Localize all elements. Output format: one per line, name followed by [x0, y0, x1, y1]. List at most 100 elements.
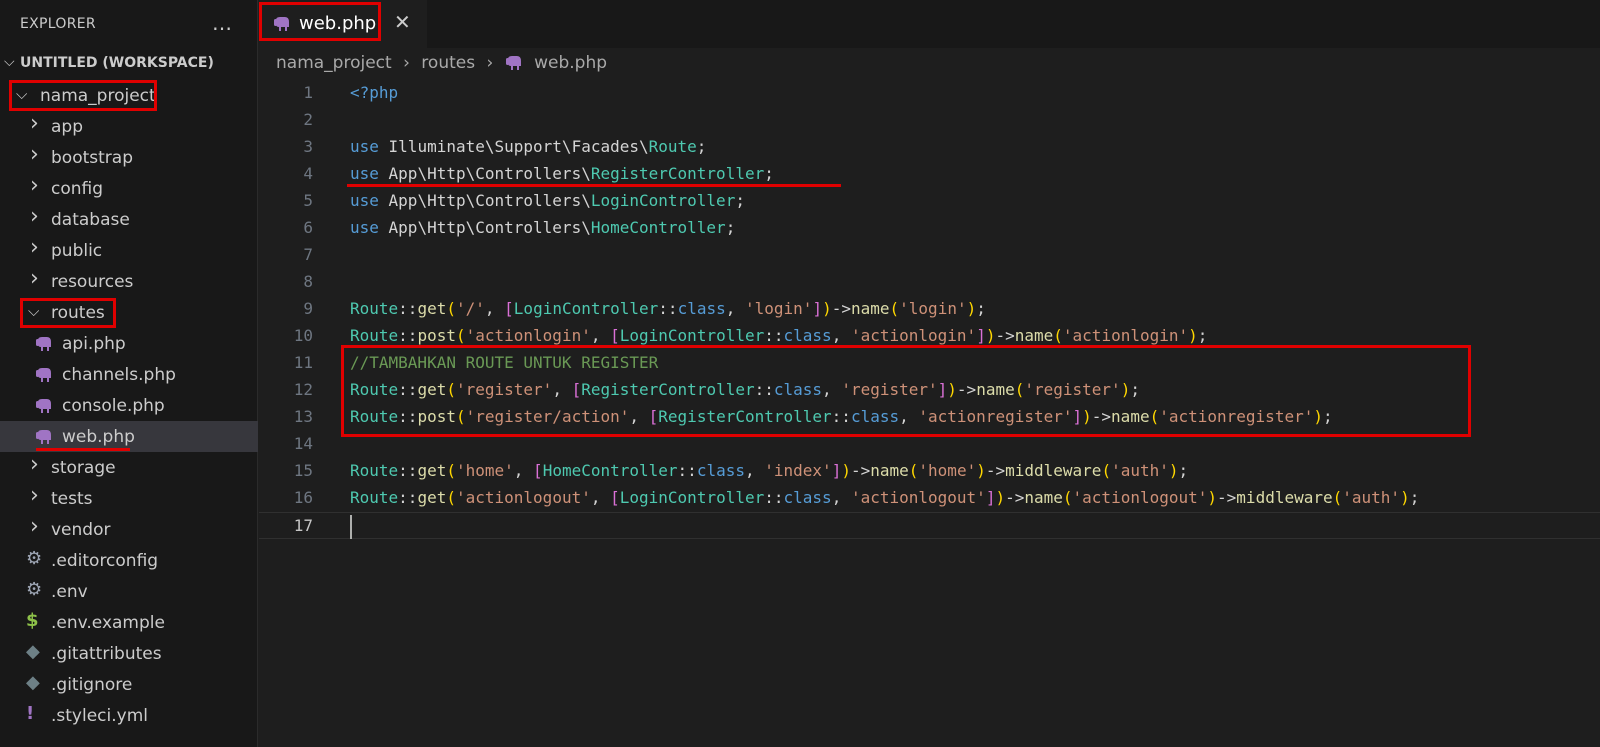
tree-item-label: web.php — [62, 427, 135, 447]
code-line[interactable]: 17 — [259, 512, 1600, 539]
tree-file-api-php[interactable]: api.php — [0, 328, 258, 359]
tree-file-channels-php[interactable]: channels.php — [0, 359, 258, 390]
code-line[interactable]: 11 //TAMBAHKAN ROUTE UNTUK REGISTER — [259, 350, 1600, 377]
code-token: ( — [446, 299, 456, 318]
tree-item-label: database — [51, 210, 130, 230]
tree-item-label: vendor — [51, 520, 111, 540]
code-token: ) — [822, 299, 832, 318]
tab-bar: web.php ✕ — [259, 0, 1600, 48]
code-token: 'actionlogin' — [850, 326, 977, 345]
code-line[interactable]: 14 — [259, 431, 1600, 458]
code-line[interactable]: 7 — [259, 242, 1600, 269]
code-token: 'register' — [455, 380, 553, 399]
code-token: class — [773, 380, 823, 399]
tree-file-styleci-yml[interactable]: ! .styleci.yml — [0, 700, 258, 731]
gear-icon: ⚙ — [26, 548, 43, 569]
code-token: use — [350, 191, 379, 210]
code-token: -> — [1005, 488, 1025, 507]
code-token: ; — [725, 218, 736, 237]
code-token: -> — [1217, 488, 1237, 507]
breadcrumb-item-file[interactable]: web.php — [534, 53, 607, 73]
code-line[interactable]: 8 — [259, 269, 1600, 296]
code-token: ; — [696, 137, 707, 156]
code-token: Route — [350, 326, 399, 345]
code-line[interactable]: 1 <?php — [259, 80, 1600, 107]
code-text: //TAMBAHKAN ROUTE UNTUK REGISTER — [350, 353, 658, 372]
close-icon[interactable]: ✕ — [394, 10, 411, 34]
code-token: ( — [455, 326, 466, 345]
tree-folder-config[interactable]: › config — [0, 173, 258, 204]
code-token: name — [870, 461, 909, 480]
tree-item-label: routes — [51, 303, 105, 323]
tree-item-label: .editorconfig — [51, 551, 159, 571]
tree-folder-app[interactable]: › app — [0, 111, 258, 142]
code-line[interactable]: 3 use Illuminate\Support\Facades\Route; — [259, 134, 1600, 161]
code-token: :: — [831, 407, 851, 426]
tree-folder-vendor[interactable]: › vendor — [0, 514, 258, 545]
code-token: , — [552, 380, 572, 399]
tree-folder-bootstrap[interactable]: › bootstrap — [0, 142, 258, 173]
code-token: 'actionregister' — [918, 407, 1073, 426]
code-line[interactable]: 4 use App\Http\Controllers\RegisterContro… — [259, 161, 1600, 188]
code-text: Route::get('/', [LoginController::class,… — [350, 299, 986, 318]
code-token: [ — [610, 488, 620, 507]
tree-file-console-php[interactable]: console.php — [0, 390, 258, 421]
tree-folder-public[interactable]: › public — [0, 235, 258, 266]
breadcrumb-item-project[interactable]: nama_project — [276, 53, 392, 73]
code-line[interactable]: 5 use App\Http\Controllers\LoginControlle… — [259, 188, 1600, 215]
code-line[interactable]: 6 use App\Http\Controllers\HomeController… — [259, 215, 1600, 242]
tree-file-web-php[interactable]: web.php — [0, 421, 258, 452]
code-token: ; — [1197, 326, 1208, 345]
tree-file-env[interactable]: ⚙ .env — [0, 576, 258, 607]
tree-folder-project[interactable]: ⌵ nama_project — [0, 80, 258, 111]
code-token: //TAMBAHKAN ROUTE UNTUK REGISTER — [350, 353, 659, 372]
more-actions-icon[interactable]: … — [212, 11, 234, 35]
tree-folder-routes[interactable]: ⌵ routes — [0, 297, 258, 328]
tree-folder-resources[interactable]: › resources — [0, 266, 258, 297]
code-token: class — [783, 326, 832, 345]
code-line[interactable]: 16 Route::get('actionlogout', [LoginContr… — [259, 485, 1600, 512]
php-elephant-icon — [36, 430, 51, 444]
chevron-right-icon: › — [30, 452, 39, 477]
code-token: ; — [976, 299, 986, 318]
code-token: Illuminate\Support\Facades\ — [378, 137, 649, 156]
code-line[interactable]: 2 — [259, 107, 1600, 134]
code-token: <?php — [350, 83, 399, 102]
tree-folder-tests[interactable]: › tests — [0, 483, 258, 514]
code-token: , — [744, 461, 765, 480]
breadcrumb-item-routes[interactable]: routes — [421, 53, 475, 73]
code-line[interactable]: 12 Route::get('register', [RegisterContro… — [259, 377, 1600, 404]
tree-file-env-example[interactable]: $ .env.example — [0, 607, 258, 638]
code-token: name — [1024, 488, 1063, 507]
line-number: 17 — [293, 516, 313, 535]
tree-folder-storage[interactable]: › storage — [0, 452, 258, 483]
code-token: :: — [764, 326, 784, 345]
tree-file-gitignore[interactable]: ◆ .gitignore — [0, 669, 258, 700]
tree-file-editorconfig[interactable]: ⚙ .editorconfig — [0, 545, 258, 576]
code-line[interactable]: 9 Route::get('/', [LoginController::class… — [259, 296, 1600, 323]
code-token: name — [850, 299, 890, 318]
code-token: :: — [677, 461, 697, 480]
code-token: :: — [398, 461, 418, 480]
tab-web-php[interactable]: web.php ✕ — [259, 0, 427, 48]
tree-item-label: api.php — [62, 334, 126, 354]
code-token: , — [831, 326, 851, 345]
code-line[interactable]: 13 Route::post('register/action', [Regist… — [259, 404, 1600, 431]
code-line[interactable]: 10 Route::post('actionlogin', [LoginContr… — [259, 323, 1600, 350]
code-token: :: — [398, 299, 418, 318]
workspace-header[interactable]: ⌵ UNTITLED (WORKSPACE) — [0, 51, 258, 77]
chevron-right-icon: › — [30, 111, 39, 136]
code-token: Route — [350, 461, 399, 480]
code-token: :: — [398, 326, 418, 345]
tree-file-gitattributes[interactable]: ◆ .gitattributes — [0, 638, 258, 669]
code-editor[interactable]: 1 <?php 2 3 use Illuminate\Support\Facades\R… — [259, 78, 1600, 747]
code-token: ] — [985, 488, 996, 507]
code-token: get — [417, 488, 447, 507]
code-line[interactable]: 15 Route::get('home', [HomeController::cl… — [259, 458, 1600, 485]
code-token: ; — [735, 191, 745, 210]
php-elephant-icon — [36, 399, 51, 413]
tree-item-label: app — [51, 117, 83, 137]
tree-folder-database[interactable]: › database — [0, 204, 258, 235]
chevron-right-icon: › — [30, 142, 39, 167]
code-token: Route — [350, 488, 399, 507]
